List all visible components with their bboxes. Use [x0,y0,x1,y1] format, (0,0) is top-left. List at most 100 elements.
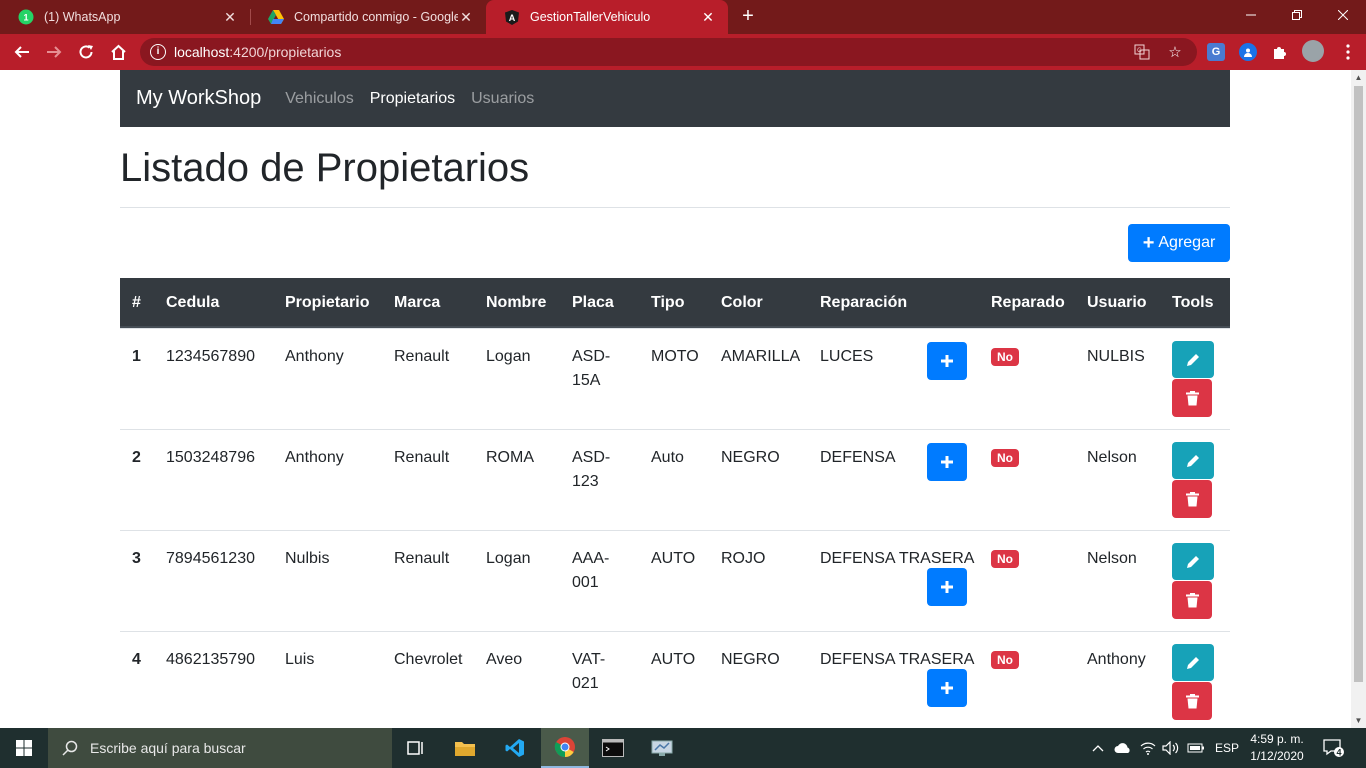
vscode-icon[interactable] [491,728,539,768]
edit-button[interactable] [1172,543,1214,580]
battery-icon[interactable] [1187,728,1205,768]
reload-icon[interactable] [74,40,98,64]
remote-desktop-icon[interactable] [638,728,686,768]
cell-placa: ASD-15A [572,348,611,389]
cell-cedula: 4862135790 [166,651,255,668]
taskbar-search-box[interactable]: Escribe aquí para buscar [48,728,392,768]
pencil-icon [1187,454,1199,467]
cell-placa: ASD-123 [572,449,611,490]
column-header: Marca [394,294,441,311]
vertical-scrollbar[interactable]: ▲ ▼ [1351,70,1366,728]
restore-icon[interactable] [1274,0,1320,30]
edit-button[interactable] [1172,442,1214,479]
table-row: 4 4862135790 Luis Chevrolet Aveo VAT-021… [120,631,1230,728]
clock-time: 4:59 p. m. [1250,732,1304,746]
window-close-icon[interactable] [1320,0,1366,30]
show-hidden-icons-icon[interactable] [1092,728,1104,768]
search-placeholder: Escribe aquí para buscar [90,740,246,756]
windows-start-icon[interactable] [0,728,48,768]
edit-button[interactable] [1172,341,1214,378]
scroll-down-arrow-icon[interactable]: ▼ [1351,713,1366,728]
terminal-icon[interactable] [589,728,637,768]
home-icon[interactable] [106,40,130,64]
column-header: Nombre [486,294,547,311]
cell-marca: Chevrolet [394,651,463,668]
cell-marca: Renault [394,550,450,567]
add-repair-button[interactable] [927,342,967,380]
cell-propietario: Anthony [285,449,344,466]
pencil-icon [1187,555,1199,568]
new-tab-icon[interactable]: + [737,5,759,27]
user-avatar[interactable] [1302,40,1324,62]
cell-marca: Renault [394,348,450,365]
tab-google-drive[interactable]: Compartido conmigo - Google D ✕ [250,0,486,34]
cell-nombre: ROMA [486,449,534,466]
wifi-icon[interactable] [1140,728,1156,768]
browser-toolbar: i localhost:4200/propietarios G ☆ G [0,34,1366,70]
add-button-label: Agregar [1158,234,1216,251]
cell-nombre: Aveo [486,651,523,668]
close-icon[interactable]: ✕ [700,9,716,26]
scroll-up-arrow-icon[interactable]: ▲ [1351,70,1366,85]
google-translate-extension-icon[interactable]: G [1207,43,1225,61]
file-explorer-icon[interactable] [441,728,489,768]
column-header: Cedula [166,294,220,311]
cell-marca: Renault [394,449,450,466]
language-indicator[interactable]: ESP [1215,728,1239,768]
nav-link-propietarios[interactable]: Propietarios [370,90,455,108]
add-repair-button[interactable] [927,568,967,606]
cell-number: 1 [132,348,141,365]
close-icon[interactable]: ✕ [222,9,238,26]
cell-nombre: Logan [486,348,531,365]
pencil-icon [1187,656,1199,669]
tab-whatsapp[interactable]: 1 (1) WhatsApp ✕ [0,0,250,34]
taskbar-clock[interactable]: 4:59 p. m. 1/12/2020 [1244,731,1310,765]
angular-icon: A [504,9,520,25]
delete-button[interactable] [1172,379,1212,417]
add-button[interactable]: + Agregar [1128,224,1230,262]
table-row: 2 1503248796 Anthony Renault ROMA ASD-12… [120,429,1230,530]
nav-link-vehiculos[interactable]: Vehiculos [285,90,354,108]
column-header: Reparado [991,294,1065,311]
site-info-icon[interactable]: i [150,44,166,60]
notification-center-icon[interactable]: 4 [1323,728,1345,768]
tab-title: GestionTallerVehiculo [530,10,651,24]
delete-button[interactable] [1172,581,1212,619]
cell-cedula: 7894561230 [166,550,255,567]
delete-button[interactable] [1172,480,1212,518]
forward-arrow-icon[interactable] [42,40,66,64]
star-bookmark-icon[interactable]: ☆ [1166,43,1184,61]
add-repair-button[interactable] [927,669,967,707]
translate-icon[interactable]: G [1133,43,1151,61]
cell-usuario: Nelson [1087,550,1137,567]
back-arrow-icon[interactable] [10,40,34,64]
brand-link[interactable]: My WorkShop [136,87,261,110]
onedrive-cloud-icon[interactable] [1114,728,1132,768]
cell-number: 3 [132,550,141,567]
close-icon[interactable]: ✕ [458,9,474,26]
task-view-icon[interactable] [392,728,440,768]
svg-text:4: 4 [1336,748,1341,758]
cell-color: NEGRO [721,651,780,668]
delete-button[interactable] [1172,682,1212,720]
cell-cedula: 1503248796 [166,449,255,466]
chrome-icon[interactable] [541,728,589,768]
address-bar[interactable]: i localhost:4200/propietarios G ☆ [140,38,1197,66]
cell-number: 4 [132,651,141,668]
column-header: Propietario [285,294,370,311]
add-repair-button[interactable] [927,443,967,481]
puzzle-extensions-icon[interactable] [1271,43,1289,61]
column-header: Tipo [651,294,685,311]
profile-extension-icon[interactable] [1239,43,1257,61]
tab-title: Compartido conmigo - Google D [294,10,458,24]
volume-icon[interactable] [1162,728,1180,768]
url-text: localhost:4200/propietarios [174,44,342,60]
plus-icon [941,682,953,694]
edit-button[interactable] [1172,644,1214,681]
minimize-icon[interactable] [1228,0,1274,30]
scrollbar-thumb[interactable] [1354,86,1363,682]
nav-link-usuarios[interactable]: Usuarios [471,90,534,108]
tab-gestion-taller[interactable]: A GestionTallerVehiculo ✕ [486,0,728,34]
kebab-menu-icon[interactable] [1336,40,1360,64]
cell-nombre: Logan [486,550,531,567]
